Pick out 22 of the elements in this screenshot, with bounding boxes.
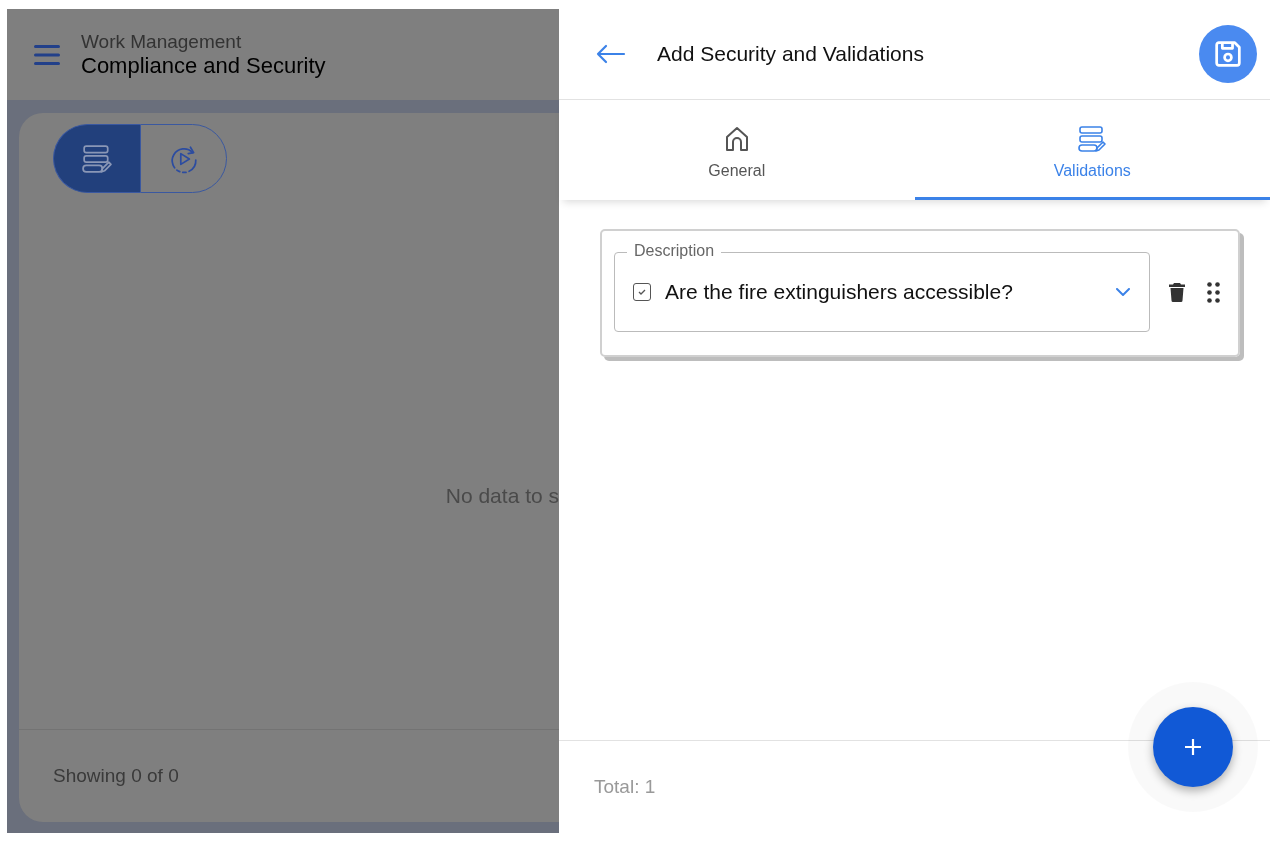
view-toggle-button[interactable] <box>53 124 140 193</box>
save-button[interactable] <box>1199 25 1257 83</box>
chevron-down-icon[interactable] <box>1116 288 1130 296</box>
page-title: Compliance and Security <box>81 52 326 79</box>
drag-handle-icon[interactable] <box>1207 281 1220 303</box>
tab[interactable]: General <box>559 100 915 200</box>
field-label: Description <box>627 241 722 261</box>
showing-count: Showing 0 of 0 <box>53 765 179 787</box>
delete-icon[interactable] <box>1169 282 1185 302</box>
menu-icon[interactable] <box>34 44 60 65</box>
form-edit-icon <box>82 143 112 174</box>
tab[interactable]: Validations <box>914 100 1270 200</box>
back-arrow-icon[interactable] <box>596 44 626 64</box>
play-refresh-icon <box>168 143 199 174</box>
add-button[interactable] <box>1153 707 1233 787</box>
checkbox[interactable] <box>633 283 651 301</box>
plus-icon <box>1183 737 1203 757</box>
form-edit-icon <box>1078 124 1107 153</box>
panel-title: Add Security and Validations <box>657 42 925 66</box>
description-field[interactable]: Description Are the fire extinguishers accessible? <box>614 241 1150 332</box>
breadcrumb-text: Work Management <box>81 30 243 53</box>
total-count: Total: 1 <box>594 776 656 798</box>
